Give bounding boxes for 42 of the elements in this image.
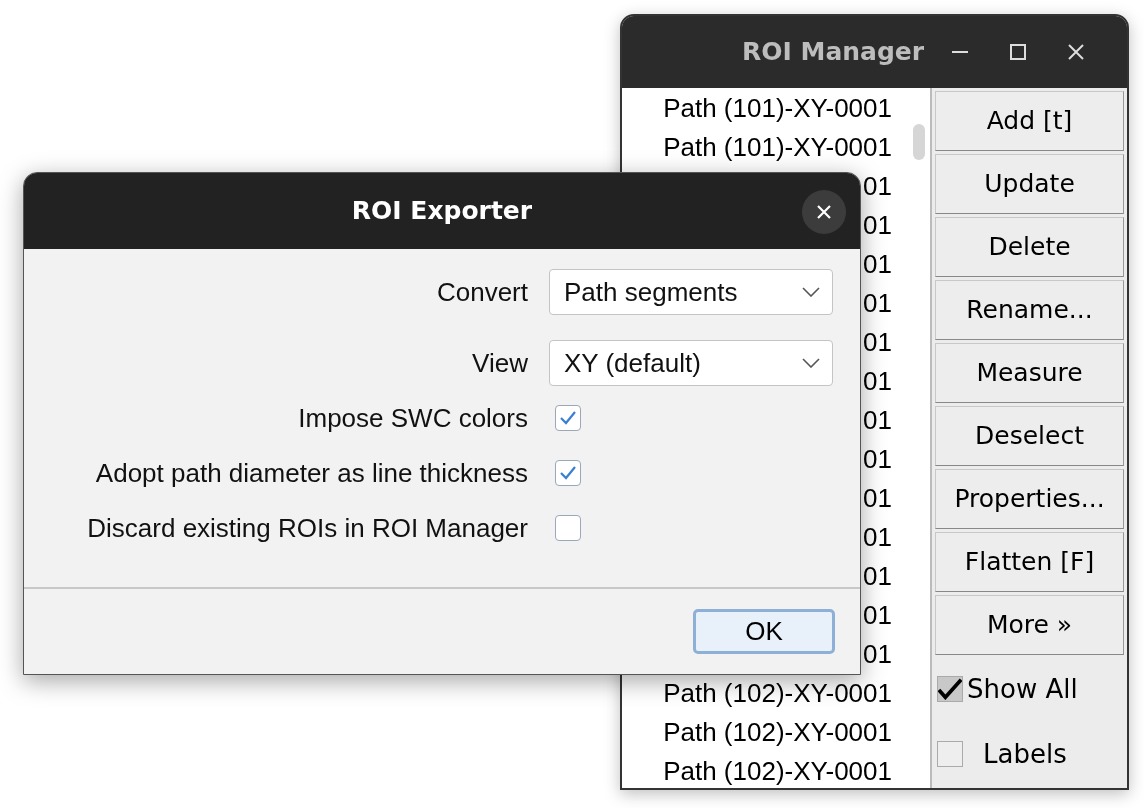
maximize-icon xyxy=(1010,44,1027,60)
chevron-down-icon xyxy=(802,358,820,368)
chevron-down-icon xyxy=(802,287,820,297)
checkmark-icon xyxy=(559,465,577,481)
field-label: View xyxy=(472,346,528,380)
manager-button[interactable]: More » xyxy=(935,595,1124,655)
checkmark-icon xyxy=(938,678,962,700)
list-item[interactable]: Path (101)-XY-0001 xyxy=(622,89,930,128)
dropdown[interactable]: XY (default) xyxy=(549,340,833,386)
minimize-icon xyxy=(952,50,969,54)
scrollbar-thumb[interactable] xyxy=(913,124,925,160)
manager-button[interactable]: Deselect xyxy=(935,406,1124,466)
manager-button[interactable]: Delete xyxy=(935,217,1124,277)
manager-button[interactable]: Flatten [F] xyxy=(935,532,1124,592)
checkmark-icon xyxy=(559,410,577,426)
field-label: Discard existing ROIs in ROI Manager xyxy=(87,511,528,545)
checkbox[interactable] xyxy=(937,741,963,767)
close-icon xyxy=(816,204,832,220)
checkbox[interactable] xyxy=(937,676,963,702)
field-label: Impose SWC colors xyxy=(298,401,528,435)
field-label: Adopt path diameter as line thickness xyxy=(95,456,528,490)
list-item[interactable]: Path (102)-XY-0001 xyxy=(622,752,930,788)
checkbox-label: Labels xyxy=(982,737,1067,771)
checkbox-label: Show All xyxy=(967,672,1078,706)
checkbox[interactable] xyxy=(555,405,581,431)
list-item[interactable]: Path (102)-XY-0001 xyxy=(622,674,930,713)
checkbox[interactable] xyxy=(555,515,581,541)
window-title: ROI Manager xyxy=(742,36,925,69)
dropdown[interactable]: Path segments xyxy=(549,269,833,315)
ok-button[interactable]: OK xyxy=(693,609,835,654)
manager-button[interactable]: Rename... xyxy=(935,280,1124,340)
manager-button[interactable]: Add [t] xyxy=(935,91,1124,151)
close-icon xyxy=(1068,44,1085,60)
manager-button[interactable]: Measure xyxy=(935,343,1124,403)
dialog-title: ROI Exporter xyxy=(351,195,533,228)
list-item[interactable]: Path (102)-XY-0001 xyxy=(622,713,930,752)
checkbox[interactable] xyxy=(555,460,581,486)
manager-button[interactable]: Update xyxy=(935,154,1124,214)
close-button[interactable] xyxy=(802,190,846,234)
manager-button[interactable]: Properties... xyxy=(935,469,1124,529)
field-label: Convert xyxy=(436,275,528,309)
list-item[interactable]: Path (101)-XY-0001 xyxy=(622,128,930,167)
